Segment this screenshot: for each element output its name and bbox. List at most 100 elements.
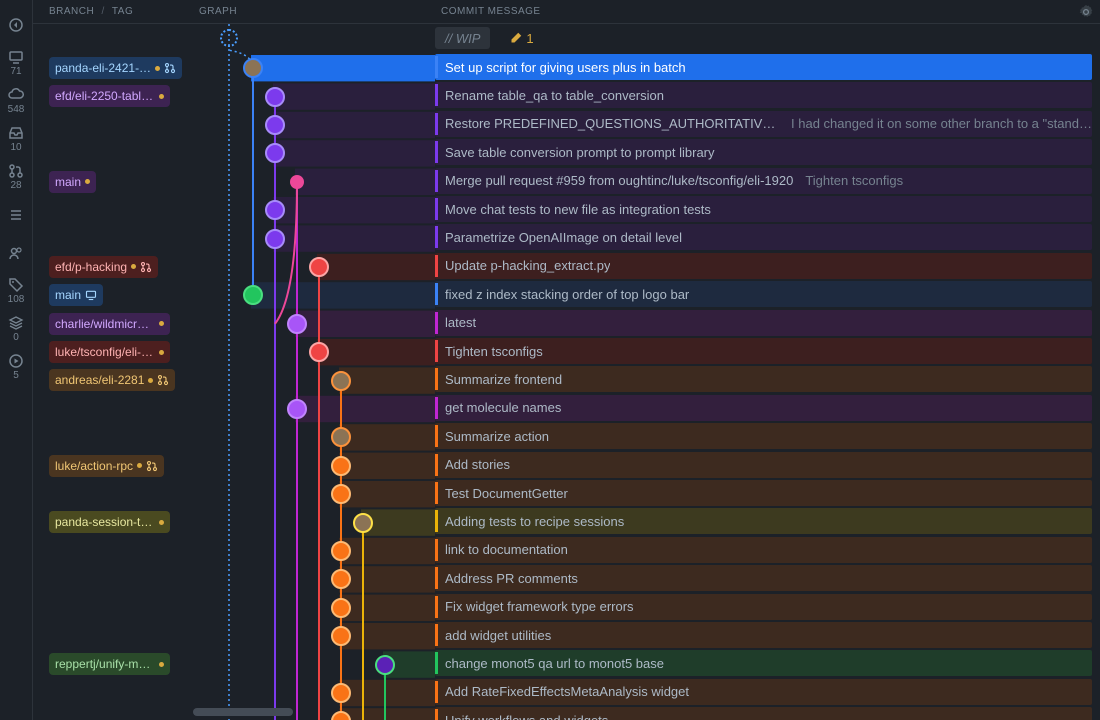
settings-button[interactable]	[1072, 5, 1100, 19]
commit-accent	[435, 624, 438, 646]
commit-node[interactable]	[331, 427, 351, 447]
commit-row[interactable]: Address PR comments	[435, 565, 1092, 591]
stash-icon	[8, 315, 24, 331]
commit-node[interactable]	[243, 58, 263, 78]
wip-row[interactable]: // WIP 1	[435, 26, 1092, 50]
commit-message: Unify workflows and widgets	[445, 713, 608, 720]
commit-row[interactable]: link to documentation	[435, 537, 1092, 563]
branch-tag[interactable]: andreas/eli-2281	[49, 369, 175, 391]
activity-bar: 715481028 10805	[0, 0, 33, 720]
pull-request-icon[interactable]: 28	[0, 158, 33, 196]
tags-icon	[8, 277, 24, 293]
commit-row[interactable]: Summarize frontend	[435, 366, 1092, 392]
commit-row[interactable]: Add stories	[435, 452, 1092, 478]
commit-row[interactable]: fixed z index stacking order of top logo…	[435, 281, 1092, 307]
tags-icon[interactable]: 108	[0, 272, 33, 310]
commit-node[interactable]	[331, 456, 351, 476]
commit-row[interactable]: Summarize action	[435, 423, 1092, 449]
commit-row[interactable]: latest	[435, 310, 1092, 336]
branch-tag[interactable]: charlie/wildmicro…	[49, 313, 170, 335]
commit-node[interactable]	[309, 342, 329, 362]
team-icon[interactable]	[0, 234, 33, 272]
commit-row[interactable]: Merge pull request #959 from oughtinc/lu…	[435, 168, 1092, 194]
commit-node[interactable]	[331, 541, 351, 561]
inbox-icon[interactable]: 10	[0, 120, 33, 158]
commit-node[interactable]	[353, 513, 373, 533]
commit-node[interactable]	[287, 314, 307, 334]
commit-accent	[435, 539, 438, 561]
wip-edit[interactable]: 1	[510, 31, 533, 46]
commit-row[interactable]: Test DocumentGetter	[435, 480, 1092, 506]
commit-node[interactable]	[331, 569, 351, 589]
commit-accent	[435, 141, 438, 163]
commit-accent	[435, 709, 438, 720]
commit-row[interactable]: Tighten tsconfigs	[435, 338, 1092, 364]
team-icon	[8, 245, 24, 261]
commit-row[interactable]: Set up script for giving users plus in b…	[435, 54, 1092, 80]
commit-node[interactable]	[265, 143, 285, 163]
commit-node[interactable]	[243, 285, 263, 305]
commit-row[interactable]: Fix widget framework type errors	[435, 594, 1092, 620]
commit-node[interactable]	[331, 598, 351, 618]
branch-dirty-dot	[131, 264, 136, 269]
branch-tag[interactable]: main	[49, 171, 96, 193]
commit-row[interactable]: Update p-hacking_extract.py	[435, 253, 1092, 279]
commit-node[interactable]	[331, 484, 351, 504]
local-icon	[8, 49, 24, 65]
wip-node[interactable]	[220, 29, 238, 47]
commit-node[interactable]	[331, 371, 351, 391]
commit-row[interactable]: Parametrize OpenAIImage on detail level	[435, 224, 1092, 250]
column-header: BRANCH / TAG GRAPH COMMIT MESSAGE	[33, 0, 1100, 24]
commit-accent	[435, 368, 438, 390]
commit-accent	[435, 425, 438, 447]
commit-row[interactable]: get molecule names	[435, 395, 1092, 421]
branch-tag[interactable]: luke/tsconfig/eli-1…	[49, 341, 170, 363]
branch-tag[interactable]: efd/eli-2250-table…	[49, 85, 170, 107]
commit-row[interactable]: add widget utilities	[435, 622, 1092, 648]
expand-icon[interactable]	[0, 6, 33, 44]
commit-message: Summarize frontend	[445, 372, 562, 387]
list-icon[interactable]	[0, 196, 33, 234]
commit-row[interactable]: Add RateFixedEffectsMetaAnalysis widget	[435, 679, 1092, 705]
branch-label: reppertj/unify-mo…	[55, 657, 155, 671]
commit-row[interactable]: change monot5 qa url to monot5 base	[435, 650, 1092, 676]
actions-icon[interactable]: 5	[0, 348, 33, 386]
branch-label: charlie/wildmicro…	[55, 317, 155, 331]
commit-node[interactable]	[331, 626, 351, 646]
commit-accent	[435, 340, 438, 362]
commit-node[interactable]	[375, 655, 395, 675]
commit-node[interactable]	[331, 683, 351, 703]
branch-tag[interactable]: panda-eli-2421-…	[49, 57, 182, 79]
commit-node[interactable]	[290, 175, 304, 189]
branch-tag[interactable]: efd/p-hacking	[49, 256, 158, 278]
commit-row[interactable]: Save table conversion prompt to prompt l…	[435, 139, 1092, 165]
commit-row[interactable]: Rename table_qa to table_conversion	[435, 82, 1092, 108]
local-icon[interactable]: 71	[0, 44, 33, 82]
commit-row[interactable]: Adding tests to recipe sessions	[435, 508, 1092, 534]
commit-row[interactable]: Restore PREDEFINED_QUESTIONS_AUTHORITATI…	[435, 111, 1092, 137]
pull-request-icon	[157, 374, 169, 386]
commit-row[interactable]: Unify workflows and widgets	[435, 707, 1092, 720]
commit-node[interactable]	[265, 229, 285, 249]
branch-tag[interactable]: reppertj/unify-mo…	[49, 653, 170, 675]
branch-tag[interactable]: panda-session-tests	[49, 511, 170, 533]
commit-node[interactable]	[309, 257, 329, 277]
commit-node[interactable]	[331, 711, 351, 720]
commit-accent	[435, 113, 438, 135]
stash-icon[interactable]: 0	[0, 310, 33, 348]
branch-tag[interactable]: luke/action-rpc	[49, 455, 164, 477]
branch-dirty-dot	[159, 520, 164, 525]
cloud-icon[interactable]: 548	[0, 82, 33, 120]
commit-accent	[435, 510, 438, 532]
horizontal-scrollbar[interactable]	[193, 708, 293, 716]
commit-accent	[435, 56, 438, 78]
commit-node[interactable]	[265, 87, 285, 107]
commit-message: Set up script for giving users plus in b…	[445, 60, 686, 75]
list-icon	[8, 207, 24, 223]
commit-node[interactable]	[265, 200, 285, 220]
commit-node[interactable]	[265, 115, 285, 135]
commit-row[interactable]: Move chat tests to new file as integrati…	[435, 196, 1092, 222]
pull-request-icon	[146, 460, 158, 472]
commit-node[interactable]	[287, 399, 307, 419]
branch-tag[interactable]: main	[49, 284, 103, 306]
